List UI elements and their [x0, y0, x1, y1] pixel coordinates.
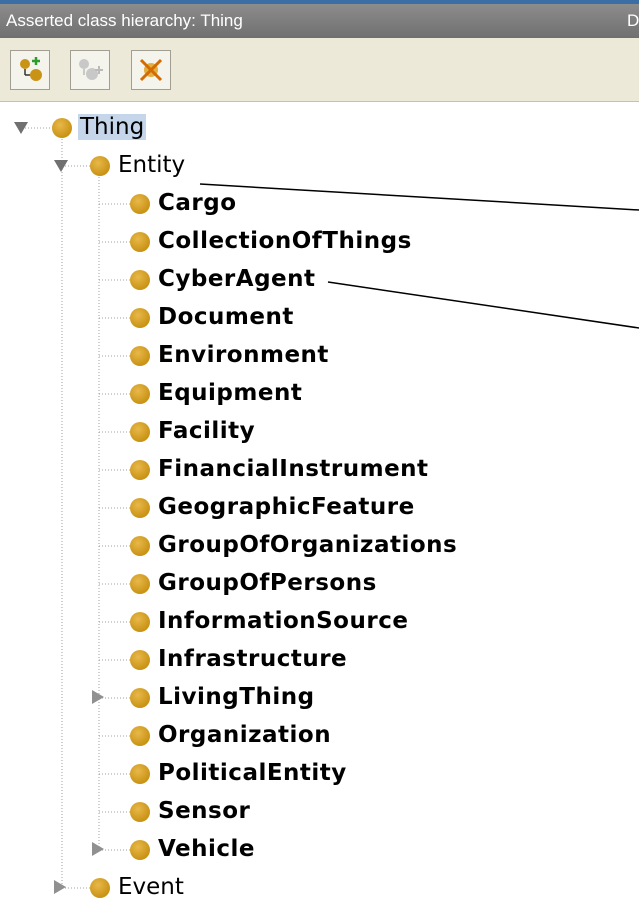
add-sibling-class-icon — [79, 59, 103, 80]
panel-title-overflow: D — [627, 11, 639, 30]
class-icon — [130, 612, 150, 632]
tree-node-label: Entity — [118, 152, 186, 178]
tree-node-label: CyberAgent — [158, 266, 316, 292]
tree-node-label: PoliticalEntity — [158, 760, 347, 786]
tree-node-label: InformationSource — [158, 608, 409, 634]
tree-node-label: FinancialInstrument — [158, 456, 429, 482]
tree-node-label: Sensor — [158, 798, 251, 824]
class-icon — [130, 460, 150, 480]
expanded-toggle-icon[interactable] — [14, 122, 28, 134]
class-icon — [130, 270, 150, 290]
collapsed-toggle-icon[interactable] — [92, 842, 104, 856]
class-icon — [52, 118, 72, 138]
tree-node-label: Equipment — [158, 380, 303, 406]
delete-class-button[interactable] — [131, 50, 171, 90]
collapsed-toggle-icon[interactable] — [54, 880, 66, 894]
add-subclass-icon — [20, 57, 42, 81]
tree-node-label: GeographicFeature — [158, 494, 415, 520]
class-tree: Thing Entity Cargo CollectionOfThings Cybe… — [0, 102, 639, 900]
tree-node-label: CollectionOfThings — [158, 228, 412, 254]
class-icon — [130, 384, 150, 404]
panel-title: Asserted class hierarchy: Thing — [6, 11, 243, 30]
class-icon — [90, 156, 110, 176]
add-sibling-class-button[interactable] — [70, 50, 110, 90]
tree-node-label: Cargo — [158, 190, 237, 216]
class-hierarchy-panel: Asserted class hierarchy: Thing D Thing … — [0, 0, 639, 900]
tree-node-label: Document — [158, 304, 294, 330]
add-subclass-button[interactable] — [10, 50, 50, 90]
class-icon — [130, 194, 150, 214]
class-icon — [130, 574, 150, 594]
tree-node-label: Facility — [158, 418, 256, 444]
hierarchy-toolbar — [0, 38, 639, 102]
tree-node-label: Environment — [158, 342, 329, 368]
class-icon — [130, 840, 150, 860]
class-icon — [130, 802, 150, 822]
class-icon — [130, 232, 150, 252]
class-icon — [130, 536, 150, 556]
class-icon — [130, 688, 150, 708]
tree-node-label: Organization — [158, 722, 332, 748]
class-icon — [130, 764, 150, 784]
class-icon — [130, 498, 150, 518]
tree-node-label: GroupOfPersons — [158, 570, 377, 596]
tree-node-label: GroupOfOrganizations — [158, 532, 458, 558]
collapsed-toggle-icon[interactable] — [92, 690, 104, 704]
tree-node-label: Event — [118, 874, 184, 900]
class-icon — [130, 346, 150, 366]
class-icon — [130, 308, 150, 328]
tree-node-label: Vehicle — [158, 836, 256, 862]
class-icon — [90, 878, 110, 898]
annotation-line-entity — [199, 183, 639, 211]
panel-title-bar: Asserted class hierarchy: Thing D — [0, 4, 639, 38]
tree-node-label: LivingThing — [158, 684, 315, 710]
expanded-toggle-icon[interactable] — [54, 160, 68, 172]
class-icon — [130, 650, 150, 670]
class-icon — [130, 422, 150, 442]
tree-node-label: Thing — [78, 114, 147, 140]
class-icon — [130, 726, 150, 746]
annotation-line-cyberagent — [327, 281, 639, 329]
delete-class-icon — [139, 58, 163, 82]
tree-node-label: Infrastructure — [158, 646, 348, 672]
